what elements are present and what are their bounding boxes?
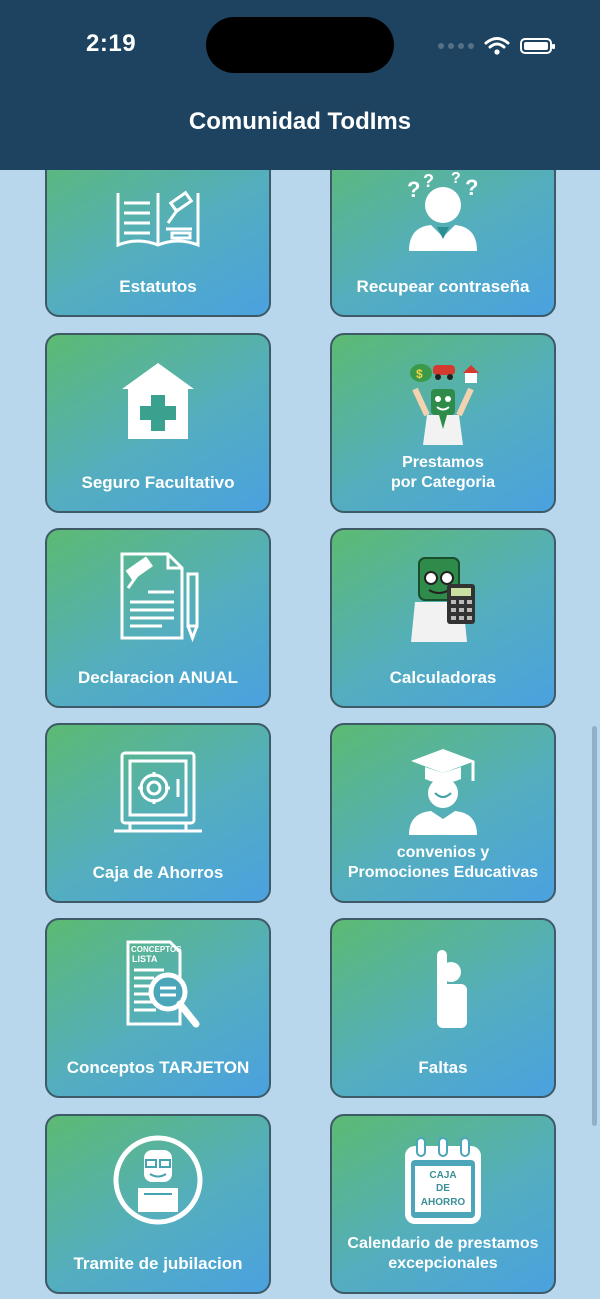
menu-card-label: Faltas xyxy=(418,1058,468,1077)
status-icons xyxy=(438,36,555,56)
menu-card-label: Tramite de jubilacion xyxy=(73,1254,243,1273)
vertical-scrollbar[interactable] xyxy=(592,726,597,1126)
calendar-line-3: AHORRO xyxy=(421,1197,466,1208)
cellular-signal-icon xyxy=(438,43,474,49)
page-title: Comunidad TodIms xyxy=(188,108,412,135)
menu-card-declaracion-anual[interactable]: Declaracion ANUAL xyxy=(45,528,271,708)
safe-icon xyxy=(114,751,202,833)
calculator-mascot-icon xyxy=(411,557,475,642)
graduate-icon xyxy=(409,749,477,835)
medical-house-icon xyxy=(122,363,194,439)
calendar-icon: CAJA DE AHORRO xyxy=(405,1137,481,1224)
battery-icon xyxy=(520,38,555,54)
loans-mascot-icon: $ xyxy=(410,364,479,445)
menu-card-conceptos-tarjeton[interactable]: CONCEPTOS LISTA Conceptos TARJETON xyxy=(45,918,271,1098)
menu-card-label: Calculadoras xyxy=(389,668,497,687)
menu-card-tramite-jubilacion[interactable]: Tramite de jubilacion xyxy=(45,1114,271,1294)
dynamic-island xyxy=(206,17,394,73)
concept-list-bottom-text: LISTA xyxy=(132,954,158,964)
menu-card-label: Seguro Facultativo xyxy=(81,473,235,492)
svg-text:?: ? xyxy=(451,170,461,187)
app-header: 2:19 Comunidad TodIms xyxy=(0,0,600,170)
menu-card-convenios[interactable]: convenios y Promociones Educativas xyxy=(330,723,556,903)
svg-text:$: $ xyxy=(416,367,423,381)
menu-card-calendario-prestamos[interactable]: CAJA DE AHORRO Calendario de prestamos e… xyxy=(330,1114,556,1294)
menu-card-label: Recupear contraseña xyxy=(356,277,530,296)
concept-list-top-text: CONCEPTOS xyxy=(131,945,182,954)
legal-document-icon xyxy=(120,552,199,643)
menu-card-label: convenios y Promociones Educativas xyxy=(347,844,539,881)
svg-text:?: ? xyxy=(407,177,420,202)
menu-card-label: Estatutos xyxy=(119,277,197,296)
concept-list-search-icon: CONCEPTOS LISTA xyxy=(126,940,200,1028)
menu-card-label: Prestamos por Categoria xyxy=(390,454,495,491)
svg-text:?: ? xyxy=(465,175,478,200)
calendar-line-1: CAJA xyxy=(429,1170,456,1181)
menu-card-caja-ahorros[interactable]: Caja de Ahorros xyxy=(45,723,271,903)
menu-card-calculadoras[interactable]: Calculadoras xyxy=(330,528,556,708)
menu-grid: Estatutos ? ? ? ? Recupear contraseña Se… xyxy=(0,0,600,1299)
menu-card-label: Conceptos TARJETON xyxy=(66,1058,250,1077)
menu-card-prestamos-categoria[interactable]: $ Prestamos por Categoria xyxy=(330,333,556,513)
raised-hand-icon xyxy=(437,950,467,1028)
svg-text:?: ? xyxy=(423,171,434,191)
menu-card-label: Calendario de prestamos excepcionales xyxy=(347,1235,539,1272)
menu-card-label: Caja de Ahorros xyxy=(92,863,224,882)
retiree-icon xyxy=(113,1135,203,1225)
wifi-icon xyxy=(484,37,510,55)
menu-card-faltas[interactable]: Faltas xyxy=(330,918,556,1098)
menu-card-label: Declaracion ANUAL xyxy=(78,668,238,687)
menu-card-seguro-facultativo[interactable]: Seguro Facultativo xyxy=(45,333,271,513)
status-time: 2:19 xyxy=(86,30,137,57)
calendar-line-2: DE xyxy=(436,1183,450,1194)
